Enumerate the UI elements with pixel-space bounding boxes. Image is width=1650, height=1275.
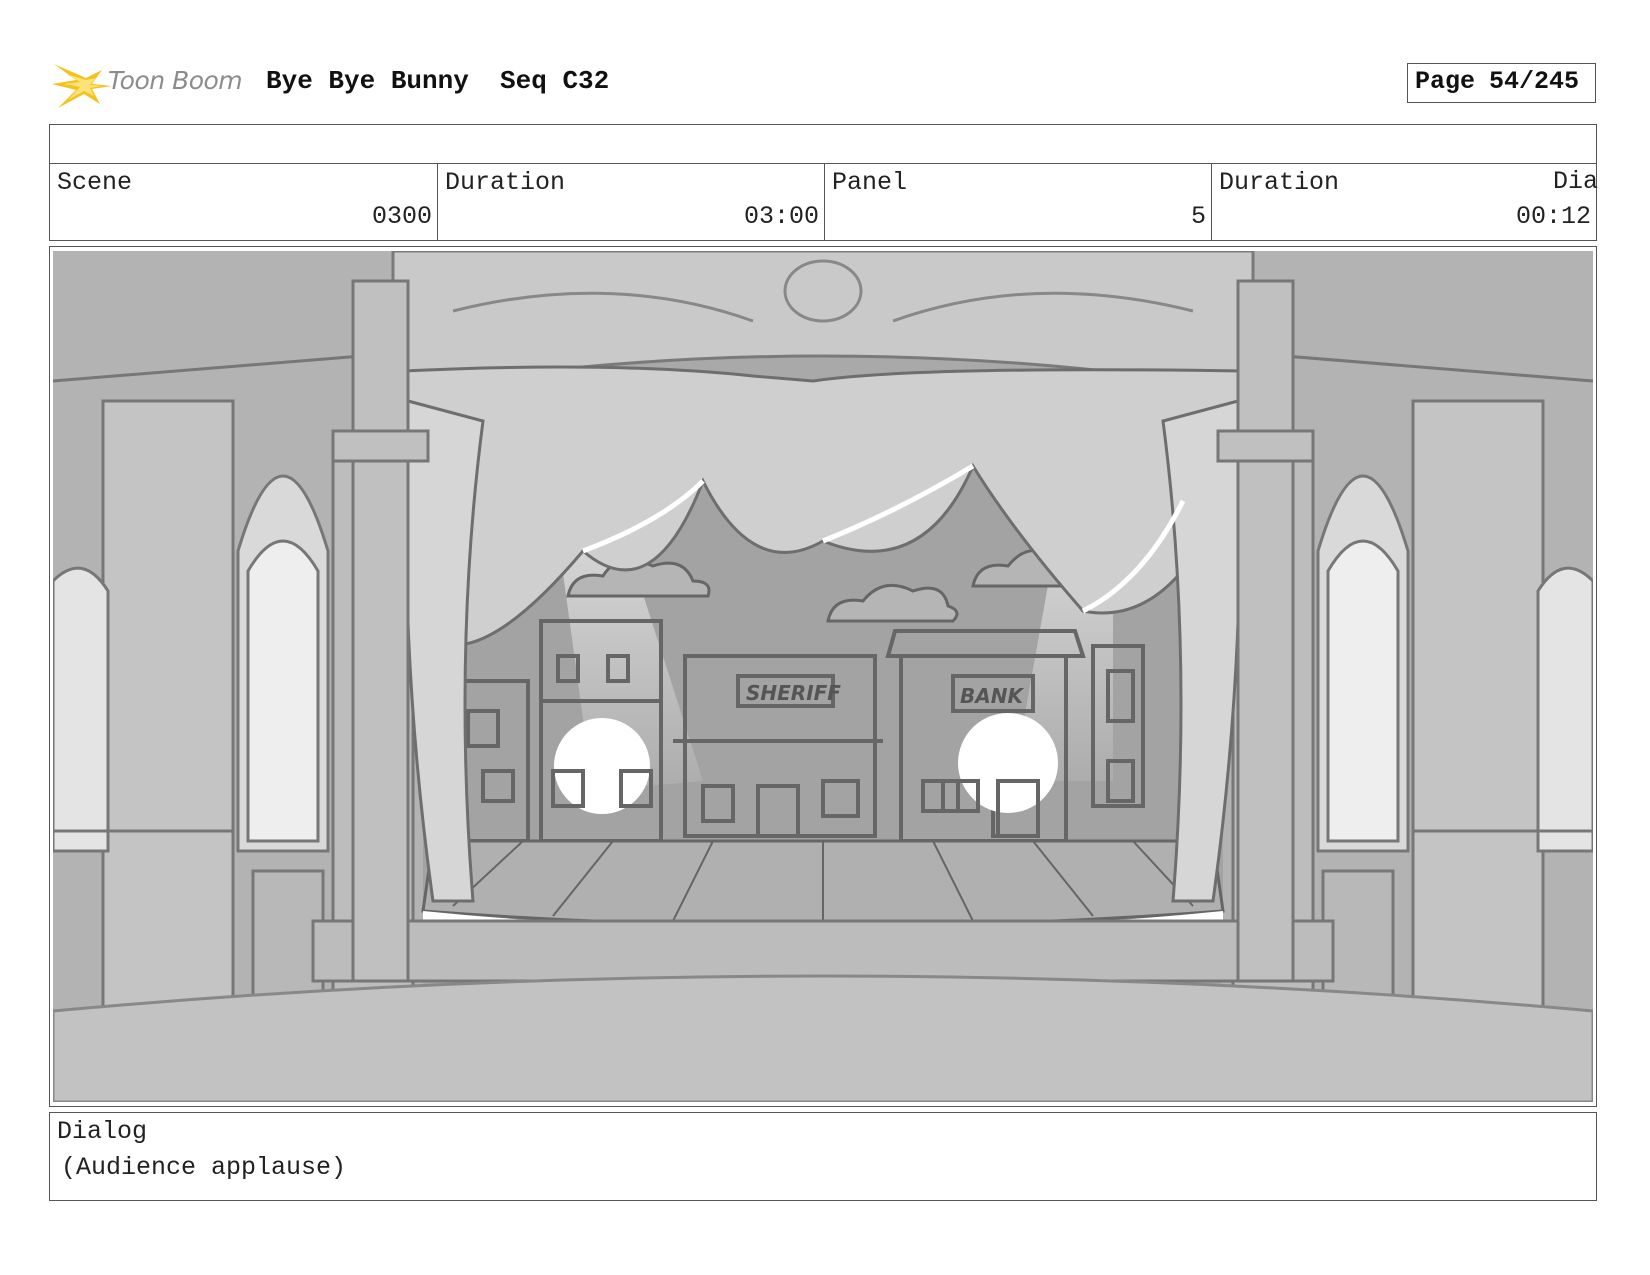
scene-info-row: Scene 0300 Duration 03:00 Panel 5 Durati… [49, 163, 1597, 241]
panel-duration-value: 00:12 [1515, 202, 1591, 231]
scene-cell: Scene 0300 [50, 164, 438, 240]
panel-value: 5 [1190, 202, 1206, 231]
scene-duration-label: Duration [445, 168, 566, 197]
panel-cell: Panel 5 [825, 164, 1212, 240]
spotlight-right [958, 713, 1058, 813]
dialog-text: (Audience applause) [61, 1153, 347, 1182]
document-title: Bye Bye Bunny Seq C32 [266, 66, 610, 96]
page-value: 54/245 [1489, 67, 1580, 96]
panel-label: Panel [832, 168, 908, 197]
scene-duration-cell: Duration 03:00 [438, 164, 825, 240]
storyboard-panel-image: SHERIFF BANK [53, 251, 1593, 1102]
dialog-column-label: Dia [1553, 167, 1599, 196]
sheriff-sign-text: SHERIFF [746, 681, 841, 705]
scene-label: Scene [57, 168, 133, 197]
panel-duration-cell: Duration 00:12 [1212, 164, 1596, 240]
logo-text: Toon Boom [108, 66, 243, 95]
page-counter: Page 54/245 [1407, 63, 1596, 103]
spotlight-left [554, 718, 650, 814]
bank-sign-text: BANK [960, 684, 1024, 708]
scene-value: 0300 [371, 202, 432, 231]
dialog-label: Dialog [57, 1117, 148, 1146]
panel-duration-label: Duration [1219, 168, 1340, 197]
page-label: Page [1415, 67, 1476, 96]
scene-duration-value: 03:00 [743, 202, 819, 231]
header-strip [49, 124, 1597, 164]
starburst-icon [52, 64, 112, 108]
